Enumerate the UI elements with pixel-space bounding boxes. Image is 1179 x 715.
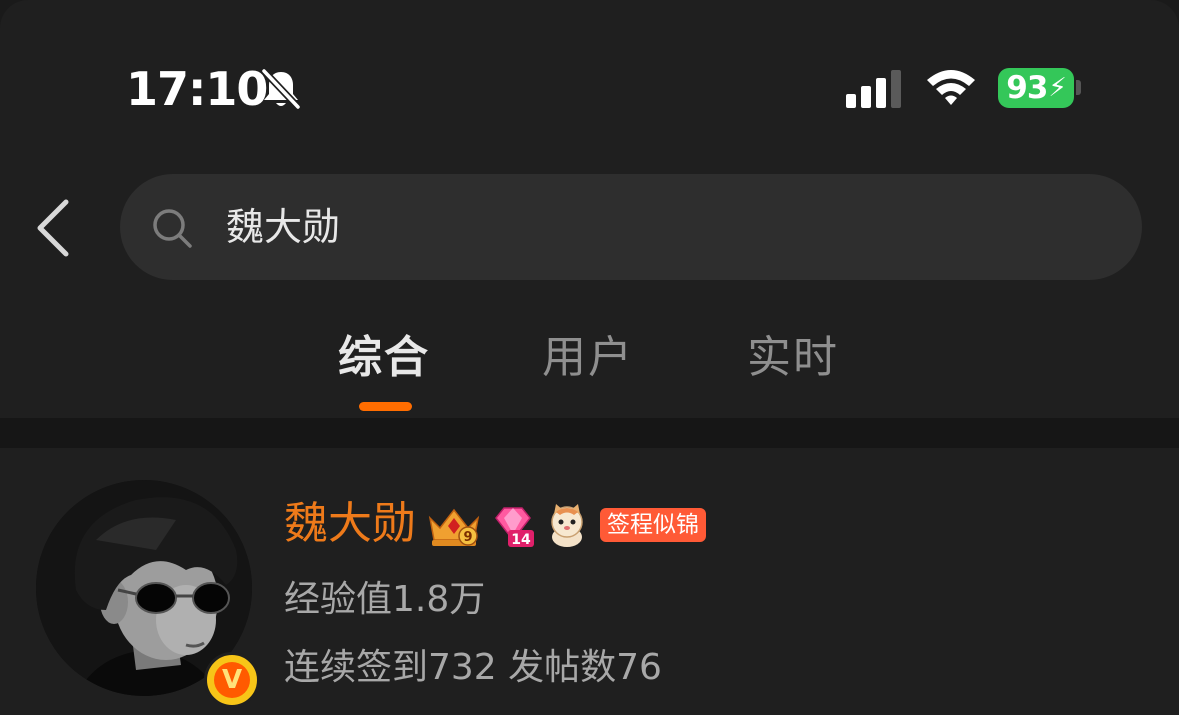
gem-level-14-icon: 14 bbox=[495, 507, 534, 548]
active-tab-indicator bbox=[359, 402, 412, 411]
section-divider bbox=[0, 418, 1179, 448]
battery-level: 93 bbox=[1006, 70, 1048, 106]
search-query: 魏大勋 bbox=[226, 205, 341, 249]
battery-cap bbox=[1076, 80, 1081, 95]
status-bar: 17:10 93 ⚡ bbox=[0, 0, 1179, 150]
gem-level-number: 14 bbox=[511, 532, 531, 548]
search-icon bbox=[153, 209, 192, 248]
verified-mark: V bbox=[214, 662, 250, 698]
tab-bar: 综合 用户 实时 bbox=[0, 320, 1179, 418]
status-time: 17:10 bbox=[126, 62, 268, 116]
battery-indicator: 93 ⚡ bbox=[998, 68, 1074, 108]
wifi-icon bbox=[927, 70, 975, 105]
tab-comprehensive[interactable]: 综合 bbox=[338, 328, 430, 388]
back-button[interactable] bbox=[30, 196, 82, 260]
crown-level-number: 9 bbox=[463, 530, 472, 545]
tab-users[interactable]: 用户 bbox=[542, 328, 634, 388]
tag-badge: 签程似锦 bbox=[600, 508, 706, 542]
crown-level-9-icon: 9 bbox=[428, 508, 480, 546]
user-stats: 连续签到732 发帖数76 bbox=[284, 647, 662, 688]
bell-slash-icon bbox=[261, 68, 301, 110]
experience-value: 经验值1.8万 bbox=[284, 579, 486, 620]
screen: 17:10 93 ⚡ 魏大勋 综合 用户 实时 V 魏大勋 9 14 签程似锦 … bbox=[0, 0, 1179, 715]
signal-icon bbox=[846, 70, 901, 108]
charging-bolt-icon: ⚡ bbox=[1048, 73, 1066, 103]
verified-badge-icon: V bbox=[204, 652, 260, 708]
cartoon-cat-icon bbox=[551, 504, 583, 547]
user-result-card[interactable]: V 魏大勋 9 14 签程似锦 经验值1.8万 连续签到732 发帖数76 bbox=[0, 448, 1179, 715]
search-input[interactable]: 魏大勋 bbox=[120, 174, 1142, 280]
tab-realtime[interactable]: 实时 bbox=[747, 328, 839, 388]
user-name[interactable]: 魏大勋 bbox=[284, 496, 416, 552]
